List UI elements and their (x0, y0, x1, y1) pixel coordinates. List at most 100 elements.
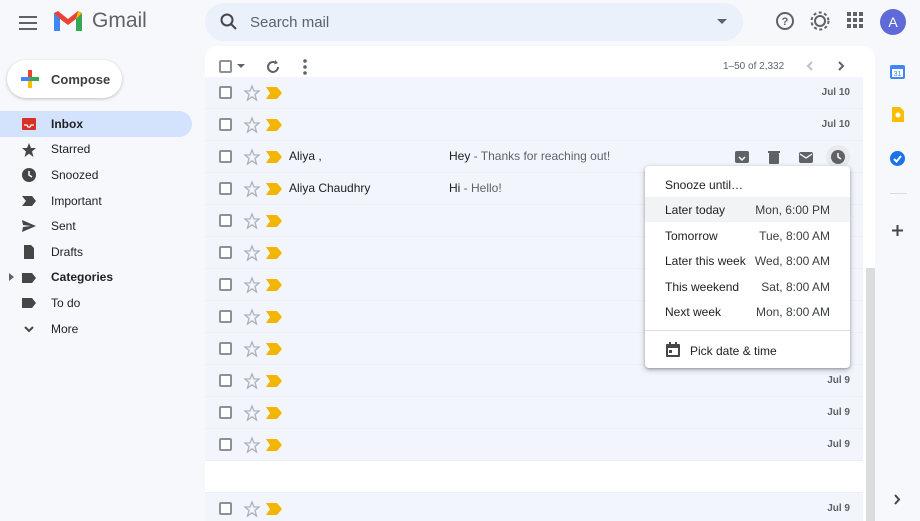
email-row[interactable]: Jul 9 (205, 365, 863, 397)
email-row[interactable]: Jul 9 (205, 397, 863, 429)
important-marker-icon[interactable] (265, 182, 283, 196)
label-icon (22, 298, 36, 309)
important-marker-icon[interactable] (265, 406, 283, 420)
row-checkbox[interactable] (219, 246, 232, 259)
tasks-icon[interactable] (889, 150, 906, 167)
row-checkbox[interactable] (219, 150, 232, 163)
gmail-logo[interactable]: Gmail (52, 9, 147, 33)
important-marker-icon[interactable] (265, 278, 283, 292)
inbox-icon (22, 118, 36, 130)
row-checkbox[interactable] (219, 438, 232, 451)
sidebar-item-important[interactable]: Important (0, 188, 200, 214)
support-icon[interactable]: ? (775, 11, 795, 31)
row-checkbox[interactable] (219, 310, 232, 323)
refresh-icon[interactable] (264, 58, 282, 76)
important-marker-icon[interactable] (265, 150, 283, 164)
compose-label: Compose (51, 71, 111, 87)
search-options-icon[interactable] (717, 19, 727, 24)
snooze-option-pick-date[interactable]: Pick date & time (645, 338, 850, 363)
star-outline-icon[interactable] (243, 436, 261, 454)
row-checkbox[interactable] (219, 214, 232, 227)
gmail-logo-text: Gmail (92, 9, 147, 32)
row-checkbox[interactable] (219, 342, 232, 355)
important-marker-icon[interactable] (265, 214, 283, 228)
important-marker-icon[interactable] (265, 310, 283, 324)
add-addon-icon[interactable] (889, 222, 906, 239)
star-outline-icon[interactable] (243, 308, 261, 326)
snooze-option-tomorrow[interactable]: Tomorrow Tue, 8:00 AM (645, 223, 850, 248)
email-sender: Aliya , (289, 149, 322, 163)
more-vert-icon[interactable] (301, 58, 309, 76)
show-side-panel-icon[interactable] (889, 491, 906, 508)
next-page-icon[interactable] (834, 59, 848, 73)
keep-icon[interactable] (889, 106, 906, 123)
important-marker-icon[interactable] (265, 502, 283, 516)
sidebar-item-inbox[interactable]: Inbox (0, 111, 192, 137)
row-checkbox[interactable] (219, 118, 232, 131)
snooze-option-time: Mon, 8:00 AM (755, 304, 830, 319)
star-outline-icon[interactable] (243, 372, 261, 390)
star-outline-icon[interactable] (243, 212, 261, 230)
sidebar-item-starred[interactable]: Starred (0, 137, 200, 163)
sidebar-item-more[interactable]: More (0, 316, 200, 342)
expand-caret-icon[interactable] (9, 272, 14, 281)
email-date: Jul 9 (827, 439, 850, 450)
sidebar-item-categories[interactable]: Categories (0, 265, 200, 291)
sidebar-item-drafts[interactable]: Drafts (0, 239, 200, 265)
select-all-checkbox[interactable] (219, 60, 232, 73)
prev-page-icon[interactable] (803, 59, 817, 73)
sidebar-item-snoozed[interactable]: Snoozed (0, 162, 200, 188)
search-icon[interactable] (219, 12, 239, 32)
star-outline-icon[interactable] (243, 404, 261, 422)
star-outline-icon[interactable] (243, 180, 261, 198)
row-checkbox[interactable] (219, 406, 232, 419)
star-outline-icon[interactable] (243, 116, 261, 134)
row-checkbox[interactable] (219, 86, 232, 99)
important-marker-icon[interactable] (265, 118, 283, 132)
star-outline-icon[interactable] (243, 148, 261, 166)
search-input[interactable] (250, 11, 690, 33)
important-marker-icon[interactable] (265, 438, 283, 452)
important-marker-icon[interactable] (265, 374, 283, 388)
settings-gear-icon[interactable] (810, 11, 830, 31)
snooze-option-next-week[interactable]: Next week Mon, 8:00 AM (645, 299, 850, 324)
compose-button[interactable]: Compose (7, 60, 122, 98)
important-marker-icon[interactable] (265, 86, 283, 100)
star-icon (22, 142, 36, 157)
snooze-option-time: Sat, 8:00 AM (761, 279, 830, 294)
snooze-option-later-this-week[interactable]: Later this week Wed, 8:00 AM (645, 248, 850, 273)
sidebar-item-sent[interactable]: Sent (0, 213, 200, 239)
account-avatar[interactable]: A (880, 9, 906, 35)
email-row[interactable]: Jul 9 (205, 429, 863, 461)
snooze-option-this-weekend[interactable]: This weekend Sat, 8:00 AM (645, 274, 850, 299)
snooze-option-later-today[interactable]: Later today Mon, 6:00 PM (645, 197, 850, 222)
star-outline-icon[interactable] (243, 84, 261, 102)
row-checkbox[interactable] (219, 278, 232, 291)
chevron-down-icon (24, 326, 34, 333)
sidebar-label-to-do: To do (51, 295, 81, 310)
star-outline-icon[interactable] (243, 500, 261, 518)
star-outline-icon[interactable] (243, 340, 261, 358)
email-row[interactable]: Jul 9 (205, 493, 863, 521)
gmail-window: Gmail ? A (0, 0, 920, 521)
search-bar[interactable] (205, 3, 743, 41)
email-row[interactable]: Jul 10 (205, 109, 863, 141)
important-marker-icon[interactable] (265, 246, 283, 260)
row-checkbox[interactable] (219, 374, 232, 387)
email-row[interactable]: Jul 10 (205, 77, 863, 109)
star-outline-icon[interactable] (243, 276, 261, 294)
email-date: Jul 9 (827, 375, 850, 386)
row-checkbox[interactable] (219, 182, 232, 195)
row-checkbox[interactable] (219, 502, 232, 515)
important-marker-icon[interactable] (265, 342, 283, 356)
snooze-option-time: Tue, 8:00 AM (759, 228, 830, 243)
label-icon (22, 272, 36, 283)
apps-grid-icon[interactable] (846, 11, 864, 29)
email-date: Jul 10 (821, 87, 850, 98)
select-dropdown-icon[interactable] (237, 64, 245, 68)
sidebar-item-to-do[interactable]: To do (0, 290, 200, 316)
star-outline-icon[interactable] (243, 244, 261, 262)
main-menu-icon[interactable] (14, 9, 42, 37)
scrollbar-thumb[interactable] (866, 268, 875, 521)
calendar-icon[interactable]: 31 (889, 63, 906, 80)
